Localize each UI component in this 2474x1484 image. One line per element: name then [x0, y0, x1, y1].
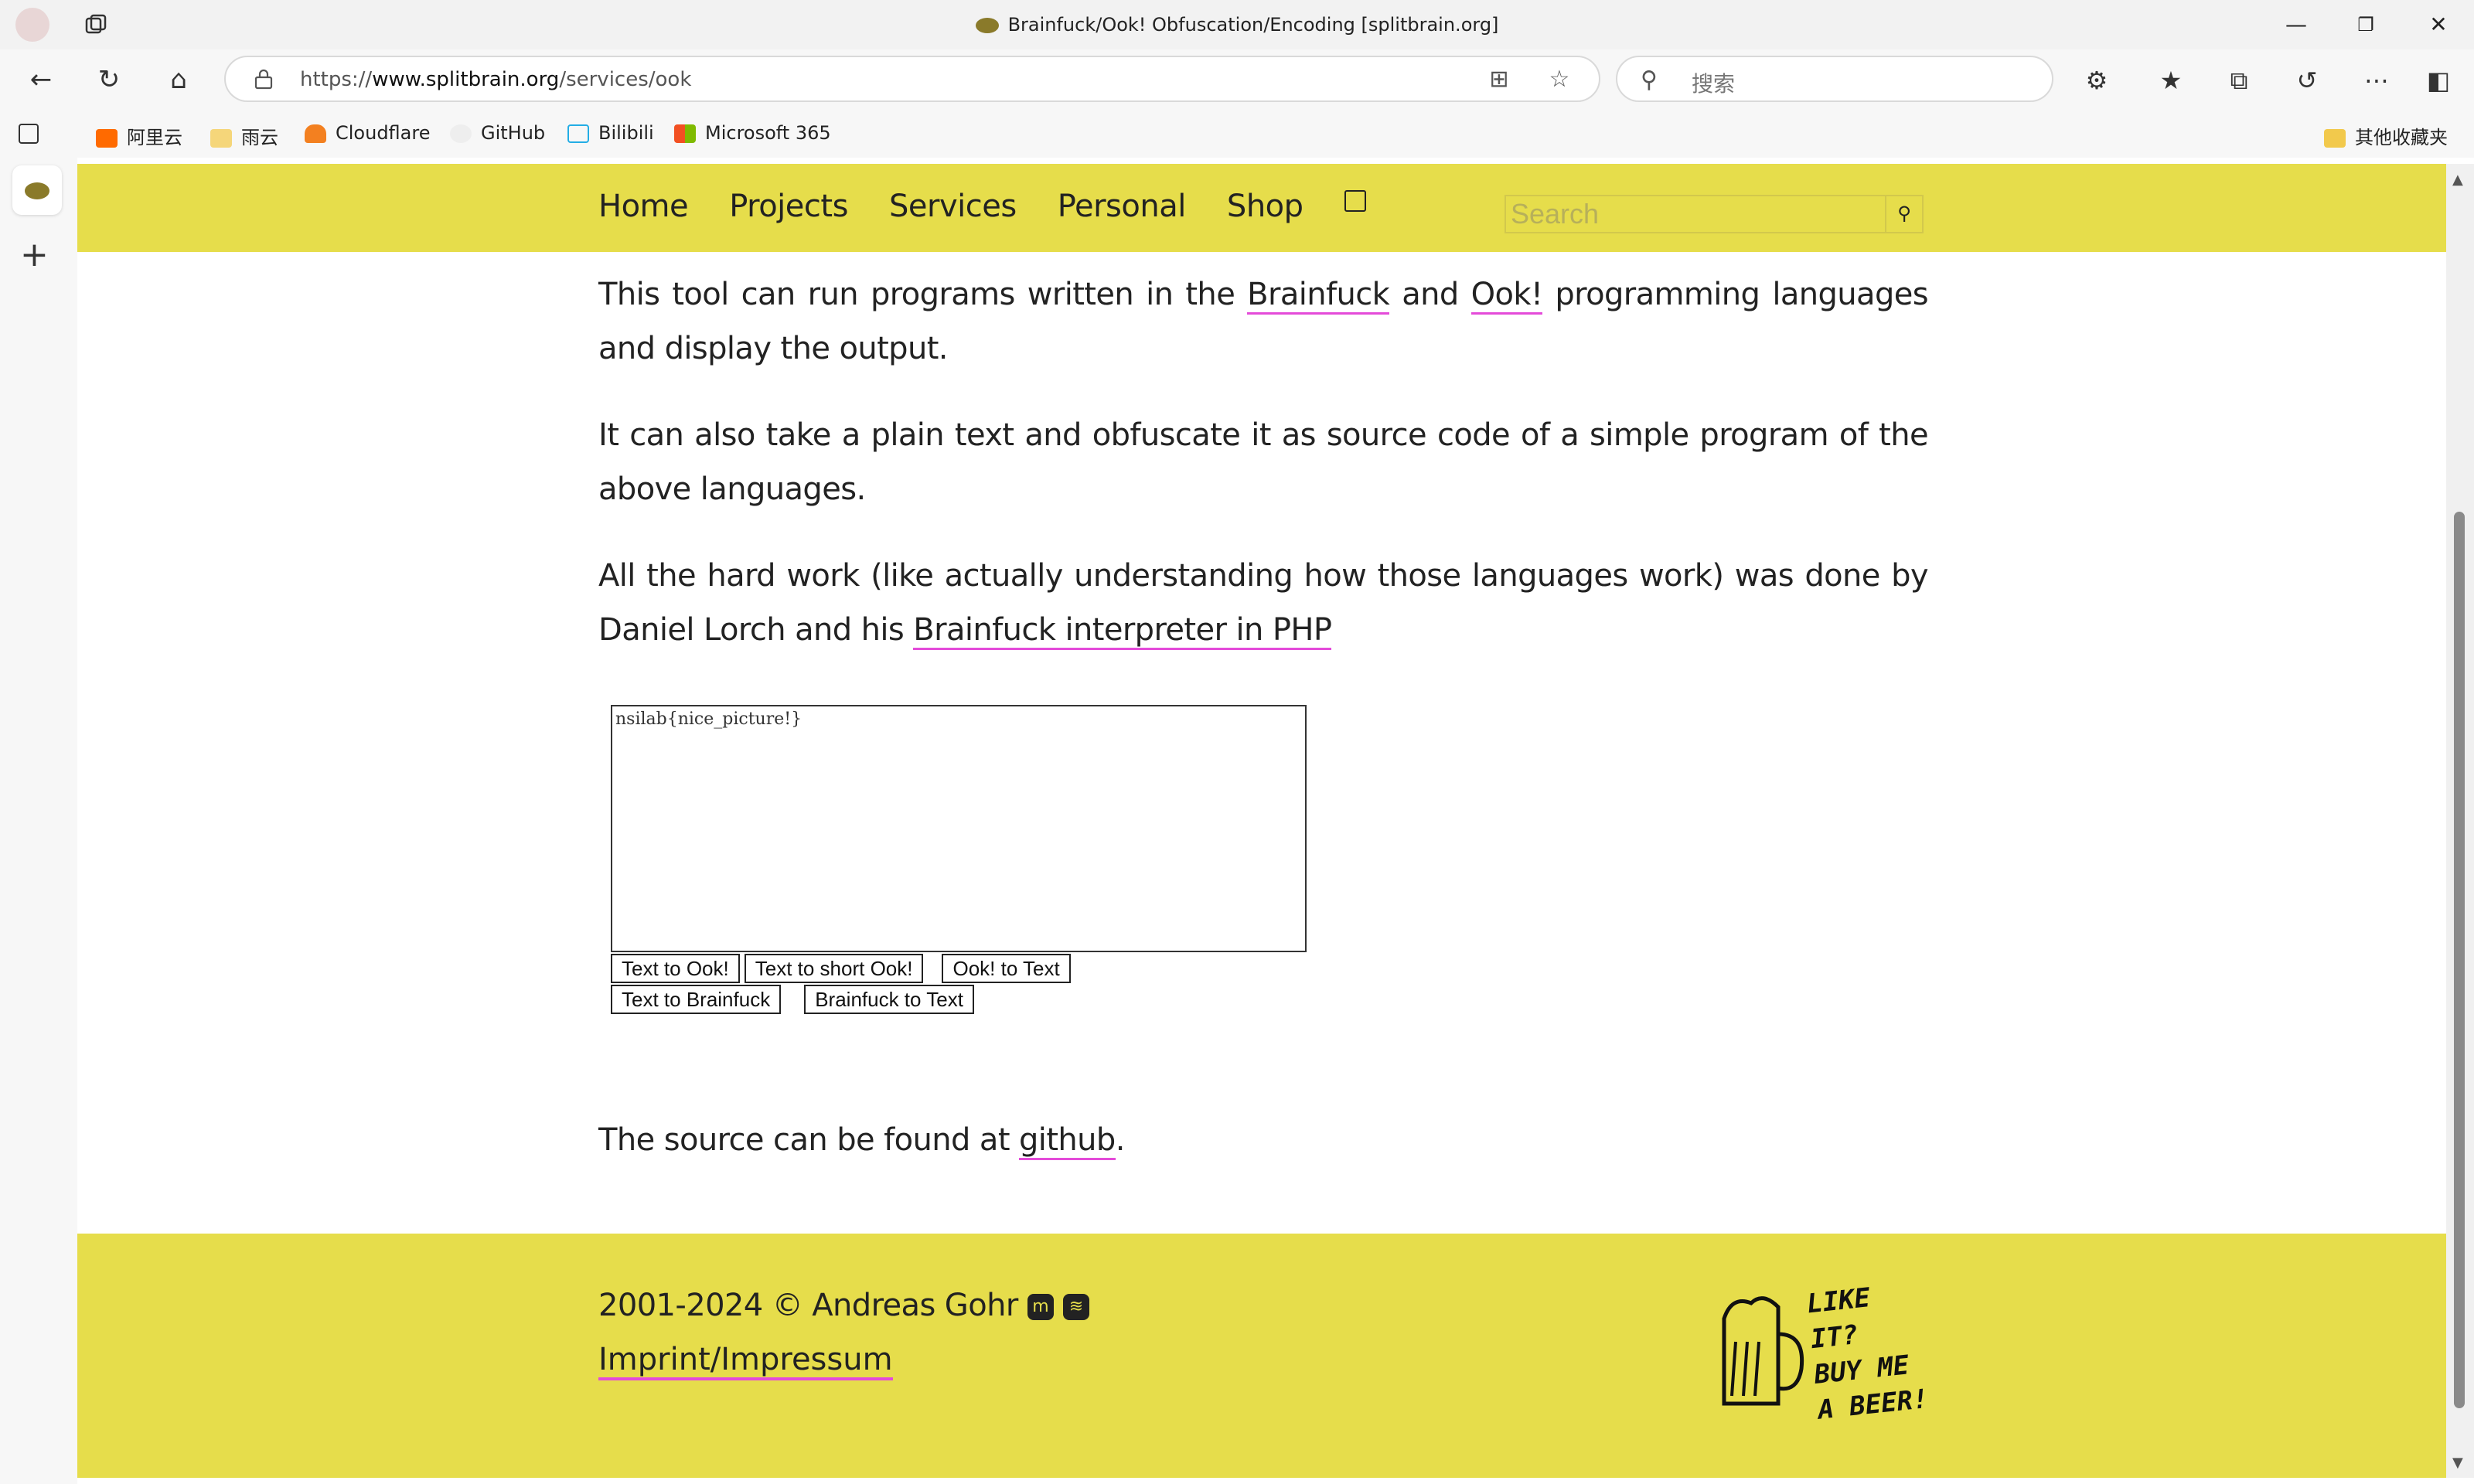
vertical-tabs-icon	[19, 124, 39, 144]
mastodon-icon[interactable]: m	[1027, 1294, 1054, 1320]
history-icon[interactable]: ↺	[2290, 63, 2324, 97]
bookmarks-bar: 阿里云 雨云 Cloudflare GitHub Bilibili Micros…	[0, 110, 2474, 158]
brainfuck-to-text-button[interactable]: Brainfuck to Text	[804, 985, 974, 1014]
ook-tool: nsilab{nice_picture!} Text to Ook! Text t…	[611, 705, 1307, 1014]
nav-projects[interactable]: Projects	[729, 189, 848, 224]
url-text[interactable]: https://www.splitbrain.org/services/ook	[300, 68, 691, 91]
search-icon: ⚲	[1641, 66, 1658, 94]
bookmark-github[interactable]: GitHub	[450, 122, 545, 144]
other-bookmarks-folder[interactable]: 其他收藏夹	[2324, 122, 2448, 149]
refresh-icon[interactable]: ↻	[91, 62, 127, 97]
bookmark-yuyun[interactable]: 雨云	[210, 122, 278, 149]
code-textarea[interactable]: nsilab{nice_picture!}	[611, 705, 1307, 952]
source-line: The source can be found at github.	[598, 1122, 1125, 1160]
browser-toolbar: ← ↻ ⌂ https://www.splitbrain.org/service…	[0, 49, 2474, 110]
buy-me-a-beer[interactable]: LIKE IT? BUY ME A BEER!	[1716, 1280, 1933, 1426]
nav-home[interactable]: Home	[598, 189, 689, 224]
lock-icon[interactable]	[254, 68, 274, 90]
github-icon	[450, 124, 472, 143]
text-to-ook-button[interactable]: Text to Ook!	[611, 954, 740, 983]
collections-icon[interactable]: ⧉	[2222, 63, 2256, 97]
page-scrollbar[interactable]: ▲ ▼	[2446, 164, 2474, 1478]
bookmark-aliyun[interactable]: 阿里云	[96, 122, 182, 149]
bookmark-cloudflare[interactable]: Cloudflare	[305, 122, 430, 144]
favorite-star-icon[interactable]: ☆	[1546, 66, 1573, 93]
back-icon[interactable]: ←	[23, 62, 59, 97]
search-placeholder: 搜索	[1692, 71, 1736, 97]
active-tab[interactable]	[12, 165, 62, 215]
folder-icon	[2324, 129, 2346, 148]
browser-search-box[interactable]: ⚲ 搜索	[1616, 56, 2053, 102]
scrollbar-thumb[interactable]	[2454, 512, 2465, 1408]
close-window-button[interactable]: ✕	[2415, 9, 2462, 40]
copyright-line: 2001-2024 © Andreas Gohr m ≋	[598, 1288, 1089, 1323]
github-link[interactable]: github	[1019, 1122, 1116, 1160]
nav-shop[interactable]: Shop	[1227, 189, 1303, 224]
yuyun-icon	[210, 129, 232, 148]
more-menu-icon[interactable]: ⋯	[2360, 63, 2394, 97]
web-page: Home Projects Services Personal Shop Sea…	[77, 164, 2446, 1478]
microsoft-icon	[674, 124, 696, 143]
scroll-up-icon[interactable]: ▲	[2452, 172, 2463, 188]
brain-favicon-icon	[25, 182, 49, 199]
rss-icon[interactable]: ≋	[1062, 1294, 1089, 1320]
site-search-button[interactable]: ⚲	[1885, 195, 1924, 233]
bookmark-microsoft365[interactable]: Microsoft 365	[674, 122, 831, 144]
ook-link[interactable]: Ook!	[1470, 277, 1543, 315]
button-row-1: Text to Ook! Text to short Ook! Ook! to Te…	[611, 954, 1307, 983]
nav-services[interactable]: Services	[889, 189, 1017, 224]
brainfuck-link[interactable]: Brainfuck	[1247, 277, 1390, 315]
cloudflare-icon	[305, 124, 326, 143]
address-bar[interactable]: https://www.splitbrain.org/services/ook …	[224, 56, 1600, 102]
bookmark-bilibili[interactable]: Bilibili	[567, 122, 654, 144]
text-to-brainfuck-button[interactable]: Text to Brainfuck	[611, 985, 782, 1014]
beer-text: LIKE IT? BUY ME A BEER!	[1805, 1282, 1930, 1426]
credits-paragraph: All the hard work (like actually underst…	[598, 549, 1929, 657]
extensions-icon[interactable]: ⚙	[2080, 63, 2114, 97]
window-title: Brainfuck/Ook! Obfuscation/Encoding [spl…	[0, 14, 2474, 36]
php-interpreter-link[interactable]: Brainfuck interpreter in PHP	[913, 612, 1332, 650]
aliyun-icon	[96, 129, 118, 148]
main-content: This tool can run programs written in th…	[598, 267, 1929, 689]
intro-paragraph: This tool can run programs written in th…	[598, 277, 1929, 366]
nav-personal[interactable]: Personal	[1058, 189, 1187, 224]
scroll-down-icon[interactable]: ▼	[2452, 1455, 2463, 1471]
restore-button[interactable]: ❐	[2343, 9, 2389, 40]
site-header: Home Projects Services Personal Shop Sea…	[77, 164, 2446, 252]
sidebar-toggle-icon[interactable]: ◧	[2421, 63, 2455, 97]
vertical-tab-panel: +	[0, 158, 77, 1484]
home-icon[interactable]: ⌂	[161, 62, 196, 97]
minimize-button[interactable]: —	[2273, 9, 2319, 40]
site-favicon-icon	[975, 18, 999, 33]
obfuscate-paragraph: It can also take a plain text and obfusc…	[598, 417, 1929, 507]
random-dice-icon[interactable]	[1344, 190, 1366, 212]
site-footer: 2001-2024 © Andreas Gohr m ≋ Imprint/Impre…	[77, 1234, 2446, 1478]
sidebar-toggle-button[interactable]	[19, 122, 48, 144]
site-search-input[interactable]: Search	[1505, 195, 1891, 233]
beer-mug-icon	[1722, 1296, 1804, 1406]
bilibili-icon	[567, 124, 589, 143]
imprint-link[interactable]: Imprint/Impressum	[598, 1342, 893, 1380]
text-to-short-ook-button[interactable]: Text to short Ook!	[744, 954, 924, 983]
magnifier-icon: ⚲	[1897, 203, 1911, 224]
title-bar: Brainfuck/Ook! Obfuscation/Encoding [spl…	[0, 0, 2474, 49]
app-available-icon[interactable]: ⊞	[1486, 66, 1512, 93]
button-row-2: Text to Brainfuck Brainfuck to Text	[611, 985, 1307, 1014]
favorites-icon[interactable]: ★	[2154, 63, 2188, 97]
ook-to-text-button[interactable]: Ook! to Text	[942, 954, 1071, 983]
new-tab-icon[interactable]: +	[20, 235, 49, 274]
site-nav: Home Projects Services Personal Shop	[598, 189, 1366, 224]
